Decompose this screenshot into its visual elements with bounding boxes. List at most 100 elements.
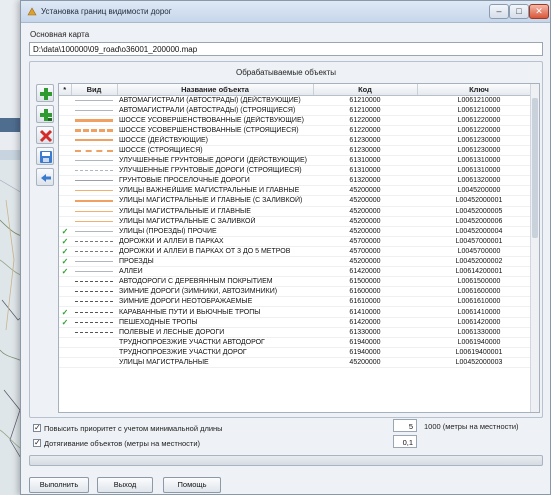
progress-bar [29,455,543,466]
table-row[interactable]: ✓ ПРОЕЗДЫ 45200000 L00452000002 [59,256,539,268]
priority-option[interactable]: Повысить приоритет с учетом минимальной … [33,423,223,433]
row-check-mark[interactable] [59,145,71,157]
row-line-sample [71,236,117,247]
table-row[interactable]: УЛИЦЫ МАГИСТРАЛЬНЫЕ С ЗАЛИВКОЙ 45200000 L0… [59,216,539,227]
row-check-mark[interactable] [59,155,71,167]
column-check[interactable]: * [59,84,72,96]
line-style-swatch [75,109,113,111]
close-button[interactable]: ✕ [529,4,549,19]
row-code: 45200000 [313,256,417,268]
row-check-mark[interactable] [59,337,71,348]
row-check-mark[interactable] [59,276,71,288]
row-key: L0061940000 [417,337,539,348]
table-row[interactable]: ✓ АЛЛЕИ 61420000 L00614200001 [59,266,539,278]
run-button[interactable]: Выполнить [29,477,89,493]
table-row[interactable]: ТРУДНОПРОЕЗЖИЕ УЧАСТКИ ДОРОГ 61940000 L006… [59,347,539,358]
column-name[interactable]: Название объекта [117,84,314,96]
row-code: 45200000 [313,357,417,369]
table-row[interactable]: АВТОМАГИСТРАЛИ (АВТОСТРАДЫ) (ДЕЙСТВУЮЩИЕ… [59,95,539,106]
row-check-mark[interactable] [59,195,71,207]
row-key: L0061600000 [417,286,539,298]
minimize-button[interactable]: – [489,4,509,19]
maximize-button[interactable]: □ [509,4,529,19]
table-row[interactable]: УЛИЦЫ МАГИСТРАЛЬНЫЕ И ГЛАВНЫЕ 45200000 L00… [59,206,539,217]
row-code: 61210000 [313,105,417,116]
scrollbar-thumb[interactable] [532,98,538,238]
row-check-mark[interactable] [59,286,71,298]
row-check-mark[interactable]: ✓ [59,266,71,278]
row-check-mark[interactable] [59,327,71,338]
row-check-mark[interactable] [59,216,71,227]
map-path-field[interactable]: D:\data\100000\09_road\o36001_200000.map [29,42,543,56]
add-all-button[interactable] [36,105,54,123]
table-row[interactable]: УЛИЦЫ ВАЖНЕЙШИЕ МАГИСТРАЛЬНЫЕ И ГЛАВНЫЕ 4… [59,185,539,197]
row-code: 61940000 [313,347,417,358]
row-key: L00452000004 [417,226,539,237]
exit-button[interactable]: Выход [97,477,153,493]
row-check-mark[interactable] [59,347,71,358]
table-row[interactable]: ✓ ДОРОЖКИ И АЛЛЕИ В ПАРКАХ 45700000 L004570… [59,236,539,247]
row-check-mark[interactable] [59,296,71,308]
extend-option[interactable]: Дотягивание объектов (метры на местности… [33,438,200,448]
row-line-sample [71,327,117,338]
row-check-mark[interactable]: ✓ [59,236,71,247]
add-button[interactable] [36,84,54,102]
table-row[interactable]: ШОССЕ (СТРОЯЩИЕСЯ) 61230000 L0061230000 [59,145,539,157]
help-button[interactable]: Помощь [163,477,221,493]
priority-checkbox[interactable] [33,423,41,432]
table-row[interactable]: ЗИМНИЕ ДОРОГИ (ЗИМНИКИ, АВТОЗИМНИКИ) 6160… [59,286,539,298]
table-row[interactable]: ШОССЕ УСОВЕРШЕНСТВОВАННЫЕ (СТРОЯЩИЕСЯ) 61… [59,125,539,136]
row-code: 45200000 [313,226,417,237]
row-key: L0061220000 [417,115,539,126]
table-row[interactable]: ✓ УЛИЦЫ (ПРОЕЗДЫ) ПРОЧИЕ 45200000 L00452000… [59,226,539,237]
row-check-mark[interactable] [59,135,71,146]
table-row[interactable]: ТРУДНОПРОЕЗЖИЕ УЧАСТКИ АВТОДОРОГ 61940000… [59,337,539,348]
row-check-mark[interactable] [59,185,71,197]
delete-button[interactable] [36,126,54,144]
table-row[interactable]: ГРУНТОВЫЕ ПРОСЕЛОЧНЫЕ ДОРОГИ 61320000 L006… [59,175,539,187]
row-check-mark[interactable] [59,115,71,126]
table-row[interactable]: ШОССЕ (ДЕЙСТВУЮЩИЕ) 61230000 L0061230000 [59,135,539,146]
save-button[interactable] [36,147,54,165]
table-row[interactable]: ПОЛЕВЫЕ И ЛЕСНЫЕ ДОРОГИ 61330000 L00613300… [59,327,539,338]
row-check-mark[interactable] [59,105,71,116]
table-row[interactable]: АВТОДОРОГИ С ДЕРЕВЯННЫМ ПОКРЫТИЕМ 6150000… [59,276,539,288]
line-style-swatch [75,351,113,353]
table-row[interactable]: ✓ ПЕШЕХОДНЫЕ ТРОПЫ 61420000 L0061420000 [59,317,539,328]
row-check-mark[interactable] [59,125,71,136]
row-check-mark[interactable] [59,206,71,217]
row-name: УЛИЦЫ МАГИСТРАЛЬНЫЕ С ЗАЛИВКОЙ [117,216,313,227]
row-check-mark[interactable] [59,175,71,187]
road-visibility-dialog: Установка границ видимости дорог – □ ✕ О… [20,0,551,495]
table-scrollbar[interactable] [530,84,539,412]
table-row[interactable]: УЛУЧШЕННЫЕ ГРУНТОВЫЕ ДОРОГИ (СТРОЯЩИЕСЯ)… [59,165,539,177]
priority-value-field[interactable]: 5 [393,419,417,432]
table-row[interactable]: УЛИЦЫ МАГИСТРАЛЬНЫЕ И ГЛАВНЫЕ (С ЗАЛИВКО… [59,195,539,207]
row-check-mark[interactable] [59,357,71,369]
table-row[interactable]: ✓ ДОРОЖКИ И АЛЛЕИ В ПАРКАХ ОТ 3 ДО 5 МЕТР… [59,246,539,258]
extend-checkbox[interactable] [33,438,41,447]
back-button[interactable] [36,168,54,186]
row-check-mark[interactable]: ✓ [59,246,71,258]
row-check-mark[interactable]: ✓ [59,306,71,318]
row-line-sample [71,95,117,106]
row-check-mark[interactable]: ✓ [59,317,71,328]
column-key[interactable]: Ключ [417,84,539,96]
extend-value-field[interactable]: 0,1 [393,435,417,448]
column-code[interactable]: Код [313,84,418,96]
row-check-mark[interactable]: ✓ [59,226,71,237]
table-row[interactable]: ШОССЕ УСОВЕРШЕНСТВОВАННЫЕ (ДЕЙСТВУЮЩИЕ) 6… [59,115,539,126]
row-key: L0061230000 [417,135,539,146]
row-code: 45200000 [313,185,417,197]
column-sample[interactable]: Вид [71,84,118,96]
table-row[interactable]: ✓ КАРАВАННЫЕ ПУТИ И ВЬЮЧНЫЕ ТРОПЫ 61410000… [59,306,539,318]
row-check-mark[interactable] [59,165,71,177]
table-row[interactable]: УЛИЦЫ МАГИСТРАЛЬНЫЕ 45200000 L00452000003 [59,357,539,369]
table-row[interactable]: УЛУЧШЕННЫЕ ГРУНТОВЫЕ ДОРОГИ (ДЕЙСТВУЮЩИЕ… [59,155,539,167]
table-row[interactable]: ЗИМНИЕ ДОРОГИ НЕОТОБРАЖАЕМЫЕ 61610000 L006… [59,296,539,308]
table-row[interactable]: АВТОМАГИСТРАЛИ (АВТОСТРАДЫ) (СТРОЯЩИЕСЯ)… [59,105,539,116]
row-code: 61600000 [313,286,417,298]
row-check-mark[interactable] [59,95,71,106]
row-check-mark[interactable]: ✓ [59,256,71,268]
row-key: L00614200001 [417,266,539,278]
